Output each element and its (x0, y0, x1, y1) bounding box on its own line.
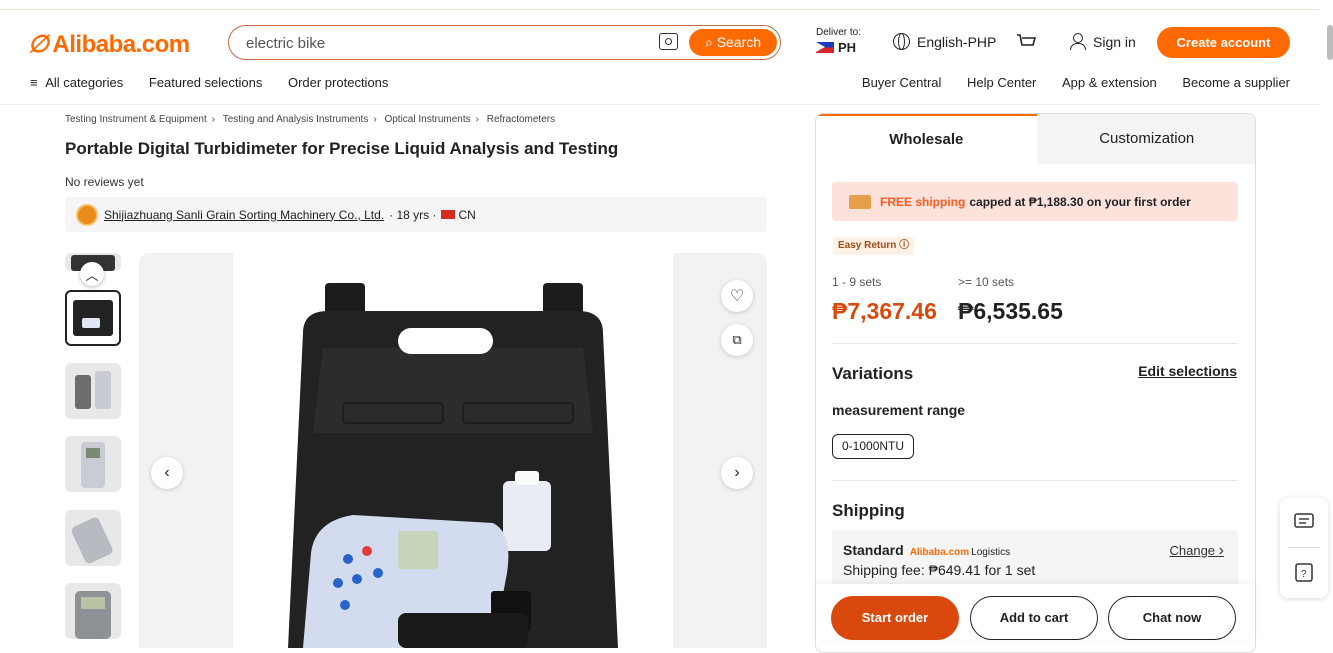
free-shipping-banner: FREE shipping capped at ₱1,188.30 on you… (832, 182, 1238, 221)
thumbnail[interactable] (65, 510, 121, 566)
cart-icon[interactable] (1016, 33, 1036, 51)
divider (1288, 547, 1320, 548)
supplier-country: CN (458, 207, 476, 222)
add-to-cart-button[interactable]: Add to cart (970, 596, 1098, 640)
reviews-text: No reviews yet (65, 175, 144, 189)
gallery-prev-button[interactable]: ‹ (151, 457, 183, 489)
svg-text:?: ? (1301, 569, 1307, 580)
deliver-label: Deliver to: (816, 27, 862, 38)
divider (832, 343, 1238, 344)
product-gallery: ‹ › ♡ ⧉ (139, 253, 767, 648)
thumbnail[interactable] (65, 436, 121, 492)
user-icon (1070, 33, 1086, 50)
header: ∅Alibaba.com ⌕ Search Deliver to: PH Eng… (0, 0, 1333, 105)
promo-text: capped at ₱1,188.30 on your first order (969, 194, 1191, 209)
turbidimeter-case-image (288, 283, 618, 648)
tier-price: ₱6,535.65 (958, 298, 1063, 324)
china-flag-icon (440, 210, 455, 219)
philippines-flag-icon (816, 42, 834, 53)
supplier-name-link[interactable]: Shijiazhuang Sanli Grain Sorting Machine… (104, 208, 384, 222)
tier-qty: >= 10 sets (958, 275, 1015, 289)
divider (832, 480, 1238, 481)
breadcrumb-item[interactable]: Testing Instrument & Equipment (65, 114, 207, 125)
create-account-button[interactable]: Create account (1157, 27, 1290, 58)
nav-order-protections[interactable]: Order protections (288, 75, 388, 90)
nav-help-center[interactable]: Help Center (967, 75, 1036, 90)
thumbnail-selected[interactable] (65, 290, 121, 346)
chat-now-button[interactable]: Chat now (1108, 596, 1236, 640)
thumbnail[interactable] (65, 583, 121, 639)
menu-icon[interactable]: ≡ (30, 75, 38, 90)
tier-price: ₱7,367.46 (832, 298, 937, 324)
search-button[interactable]: ⌕ Search (689, 29, 777, 56)
nav-right: Buyer Central Help Center App & extensio… (840, 75, 1290, 90)
search-bar: ⌕ Search (228, 25, 781, 60)
change-shipping-link[interactable]: Change › (1170, 542, 1225, 560)
measurement-option-chip[interactable]: 0-1000NTU (832, 434, 915, 459)
alibaba-logo[interactable]: ∅ Alibaba.com (28, 30, 190, 59)
supplier-years: · 18 yrs · (389, 207, 437, 222)
chevron-right-icon: › (734, 464, 740, 481)
top-divider (0, 9, 1320, 10)
breadcrumb: Testing Instrument & Equipment › Testing … (65, 114, 556, 125)
deliver-to[interactable]: Deliver to: PH (816, 27, 861, 55)
shipping-fee: Shipping fee: ₱649.41 for 1 set (843, 562, 1036, 578)
nav-left: ≡ All categories Featured selections Ord… (30, 75, 410, 90)
language-label: English-PHP (917, 33, 997, 50)
supplier-bar: Shijiazhuang Sanli Grain Sorting Machine… (65, 197, 767, 232)
nav-buyer-central[interactable]: Buyer Central (862, 75, 941, 90)
globe-icon (893, 33, 910, 50)
shipping-method: Standard (843, 542, 904, 558)
page-title: Portable Digital Turbidimeter for Precis… (65, 139, 619, 158)
favorite-button[interactable]: ♡ (721, 280, 753, 312)
action-footer: Start order Add to cart Chat now (816, 584, 1255, 640)
shipping-option: Standard Alibaba.com Logistics Shipping fe… (832, 530, 1238, 590)
sign-in-label: Sign in (1093, 33, 1136, 50)
image-search-button[interactable]: ⧉ (721, 324, 753, 356)
purchase-panel: Wholesale Customization FREE shipping ca… (815, 113, 1256, 653)
tab-wholesale[interactable]: Wholesale (816, 114, 1037, 164)
nav-all-categories[interactable]: All categories (45, 75, 123, 90)
start-order-button[interactable]: Start order (831, 596, 959, 640)
measurement-range-label: measurement range (832, 402, 966, 418)
gallery-next-button[interactable]: › (721, 457, 753, 489)
header-divider (0, 104, 1320, 105)
shipping-brand: Alibaba.com (909, 547, 970, 558)
thumbnail-scroll-up-button[interactable]: ︿ (80, 262, 104, 286)
tier-qty: 1 - 9 sets (832, 275, 882, 289)
shipping-title: Shipping (832, 501, 905, 520)
feedback-icon[interactable]: ? (1293, 562, 1315, 584)
search-input[interactable] (246, 33, 646, 53)
heart-icon: ♡ (729, 288, 745, 305)
sign-in-link[interactable]: Sign in (1070, 33, 1136, 50)
breadcrumb-item[interactable]: Refractometers (487, 114, 555, 125)
deliver-country: PH (838, 40, 857, 55)
tab-customization[interactable]: Customization (1036, 114, 1255, 164)
chevron-left-icon: ‹ (164, 464, 170, 481)
scan-icon: ⧉ (732, 332, 742, 347)
product-image[interactable] (233, 253, 673, 648)
chevron-right-icon: › (1218, 542, 1224, 559)
floating-help-panel: ? (1280, 498, 1328, 598)
variations-title: Variations (832, 364, 914, 383)
easy-return-badge[interactable]: Easy Return ⓘ (833, 237, 915, 255)
breadcrumb-item[interactable]: Testing and Analysis Instruments (223, 114, 369, 125)
supplier-logo-icon (76, 203, 98, 226)
language-selector[interactable]: English-PHP (893, 33, 996, 50)
purchase-tabs: Wholesale Customization (816, 114, 1255, 164)
scrollbar[interactable] (1327, 25, 1333, 60)
message-icon[interactable] (1293, 512, 1315, 532)
nav-featured-selections[interactable]: Featured selections (149, 75, 262, 90)
thumbnail[interactable] (65, 363, 121, 419)
breadcrumb-item[interactable]: Optical Instruments (384, 114, 470, 125)
promo-highlight: FREE shipping (880, 194, 966, 209)
shipping-logistics: Logistics (971, 547, 1011, 558)
nav-app-extension[interactable]: App & extension (1062, 75, 1157, 90)
nav-become-supplier[interactable]: Become a supplier (1182, 75, 1290, 90)
shipping-truck-icon (849, 194, 871, 209)
camera-icon[interactable] (659, 33, 678, 50)
chevron-up-icon: ︿ (85, 267, 99, 283)
edit-selections-link[interactable]: Edit selections (1138, 363, 1237, 379)
